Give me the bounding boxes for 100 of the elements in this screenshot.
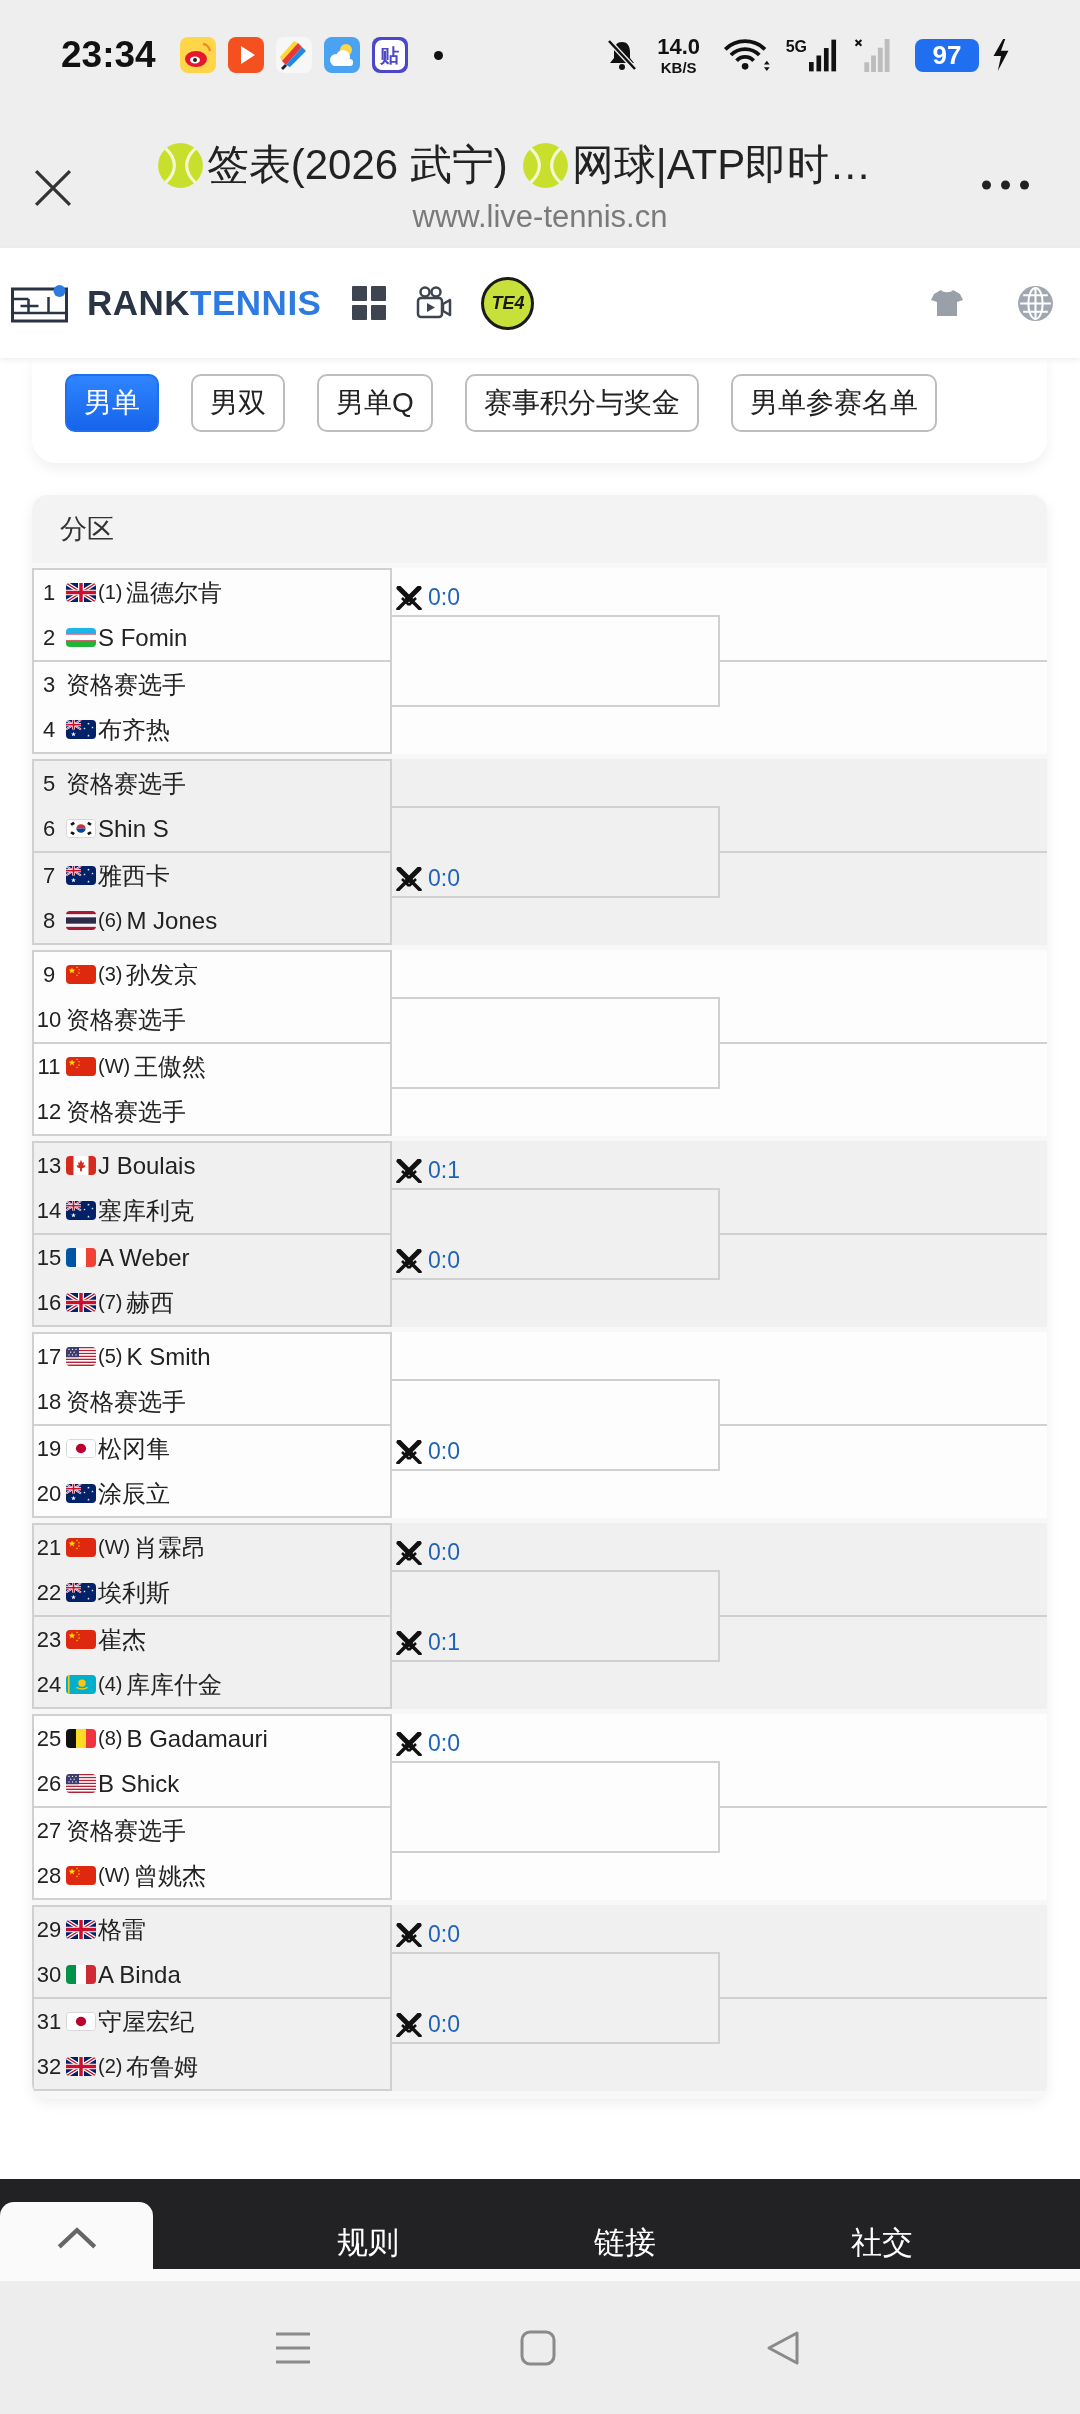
score-link[interactable]: 0:1 [428, 1630, 460, 1655]
wifi-icon [721, 38, 772, 72]
logo-badge[interactable]: TE4 [481, 276, 535, 330]
draw-number: 9 [41, 961, 57, 988]
seed-label: (2) [98, 2055, 123, 2078]
player-name: A Weber [98, 1243, 190, 1272]
crossed-swords-icon [396, 866, 422, 891]
score-link[interactable]: 0:0 [428, 866, 460, 891]
draw-number: 16 [35, 1289, 63, 1316]
draw-number: 5 [41, 770, 57, 797]
player-name: 曾姚杰 [134, 1860, 207, 1891]
tab[interactable]: 男双 [191, 374, 285, 432]
british-flag-icon [66, 2057, 96, 2076]
player-name: M Jones [126, 906, 218, 935]
player-name: 布齐热 [98, 714, 170, 745]
draw-number: 22 [35, 1579, 63, 1606]
more-icon[interactable] [981, 180, 1030, 190]
kazakh-flag-icon [66, 1675, 96, 1694]
grid-icon[interactable] [352, 286, 387, 320]
score-link[interactable]: 0:0 [428, 1439, 460, 1464]
draw-number: 8 [41, 907, 57, 934]
tab[interactable]: 赛事积分与奖金 [464, 374, 699, 432]
home-icon[interactable] [520, 2329, 556, 2366]
player-name: A Binda [98, 1960, 181, 1989]
player-name: 布鲁姆 [126, 2051, 199, 2082]
page-title: 网球|ATP即时… [571, 140, 872, 190]
tab[interactable]: 男单 [65, 374, 159, 432]
eye-app-icon [179, 37, 216, 73]
player-name: B Gadamauri [126, 1724, 268, 1753]
back-icon[interactable] [765, 2329, 801, 2366]
tennis-ball-icon [156, 141, 204, 189]
speed-unit: KB/S [660, 59, 697, 75]
tab[interactable]: 男单Q [317, 374, 433, 432]
crossed-swords-icon [396, 1540, 422, 1565]
draw-number: 11 [36, 1053, 62, 1080]
tab[interactable]: 男单参赛名单 [730, 374, 937, 432]
clock-time: 23:34 [61, 34, 156, 76]
video-camera-icon[interactable] [416, 286, 453, 320]
draw-number: 7 [41, 862, 57, 889]
player-name: 赫西 [126, 1287, 175, 1318]
american-flag-icon [66, 1347, 96, 1366]
australian-flag-icon [66, 720, 96, 739]
signal-icon [809, 38, 837, 72]
draw-number: 19 [35, 1435, 63, 1462]
draw-number: 1 [41, 579, 57, 606]
back-to-top-tab[interactable] [0, 2202, 153, 2269]
page-title: 签表(2026 武宁) [206, 140, 508, 190]
draw-number: 14 [35, 1197, 63, 1224]
player-name: 格雷 [98, 1914, 146, 1945]
australian-flag-icon [66, 866, 96, 885]
score-link[interactable]: 0:0 [428, 1731, 460, 1756]
thai-flag-icon [66, 911, 96, 930]
score-link[interactable]: 0:0 [428, 1248, 460, 1273]
chinese-flag-icon [66, 1057, 96, 1076]
player-name: 王傲然 [134, 1051, 207, 1082]
player-name: 资格赛选手 [66, 669, 186, 700]
score-link[interactable]: 0:1 [428, 1158, 460, 1183]
t-shirt-icon[interactable] [931, 289, 963, 317]
australian-flag-icon [66, 1583, 96, 1602]
player-name: 肖霖昂 [134, 1532, 207, 1563]
player-name: 温德尔肯 [126, 577, 223, 608]
draw-number: 15 [35, 1244, 63, 1271]
score-link[interactable]: 0:0 [428, 585, 460, 610]
pencil-app-icon [275, 37, 312, 73]
crossed-swords-icon [396, 585, 422, 610]
footer-link[interactable]: 链接 [496, 2207, 753, 2264]
player-name: 埃利斯 [98, 1577, 170, 1608]
score-link[interactable]: 0:0 [428, 2012, 460, 2037]
site-logo-text[interactable]: RANKTENNIS [87, 283, 322, 323]
seed-label: (1) [98, 581, 123, 604]
draw-number: 17 [35, 1343, 63, 1370]
seed-label: (W) [98, 1055, 131, 1078]
draw-number: 29 [35, 1916, 63, 1943]
draw-number: 2 [41, 624, 57, 651]
footer-link[interactable]: 规则 [239, 2207, 496, 2264]
crossed-swords-icon [396, 2012, 422, 2037]
draw-number: 20 [35, 1480, 63, 1507]
player-name: 雅西卡 [98, 860, 170, 891]
draw-number: 26 [35, 1770, 63, 1797]
draw-number: 27 [35, 1817, 63, 1844]
draw-number: 21 [35, 1534, 63, 1561]
score-link[interactable]: 0:0 [428, 1922, 460, 1947]
player-name: 塞库利克 [98, 1195, 194, 1226]
footer-link[interactable]: 社交 [753, 2207, 1010, 2264]
draw-number: 31 [35, 2008, 63, 2035]
player-name: 库库什金 [126, 1669, 223, 1700]
australian-flag-icon [66, 1484, 96, 1503]
canadian-flag-icon [66, 1156, 96, 1175]
draw-number: 3 [41, 671, 57, 698]
draw-number: 25 [35, 1725, 63, 1752]
player-name: 孙发京 [126, 959, 199, 990]
draw-number: 32 [35, 2053, 63, 2080]
seed-label: (5) [98, 1345, 123, 1368]
crossed-swords-icon [396, 1158, 422, 1183]
draw-number: 13 [35, 1152, 63, 1179]
logo-icon[interactable] [10, 283, 71, 323]
seed-label: (3) [98, 963, 123, 986]
japanese-flag-icon [66, 1439, 96, 1458]
score-link[interactable]: 0:0 [428, 1540, 460, 1565]
close-icon[interactable] [34, 169, 72, 207]
